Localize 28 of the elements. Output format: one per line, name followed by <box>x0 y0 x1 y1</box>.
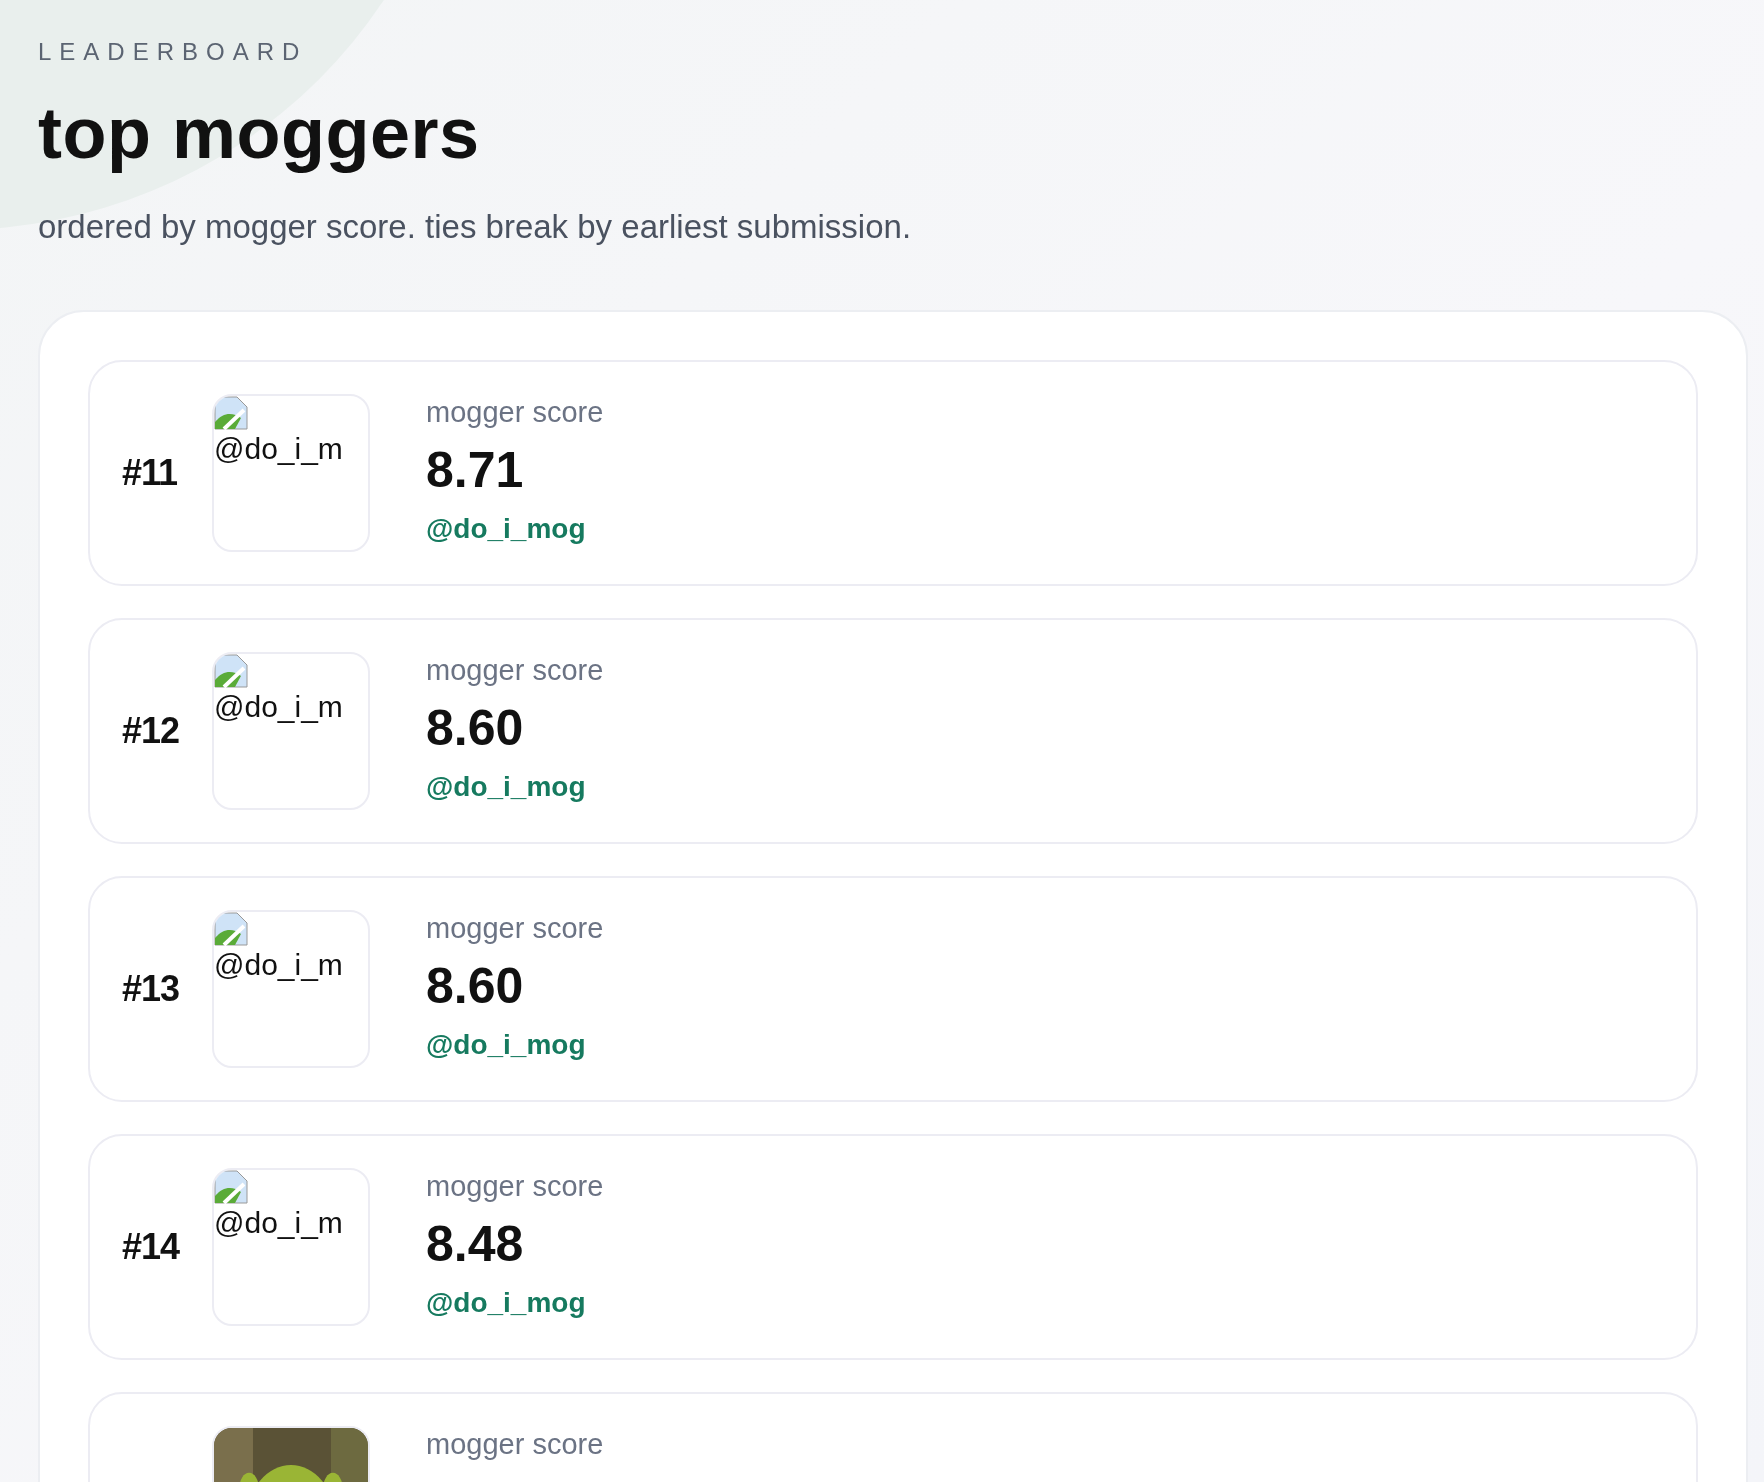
score-value: 8.71 <box>426 441 525 499</box>
broken-image-icon <box>214 396 248 430</box>
broken-image-icon <box>214 1170 248 1204</box>
score-label: mogger score <box>426 912 604 945</box>
score-value: 8.60 <box>426 957 525 1015</box>
avatar-alt-text: @do_i_m <box>214 1206 344 1240</box>
rank: #14 <box>122 1225 181 1269</box>
score-label: mogger score <box>426 654 604 687</box>
rank: #11 <box>122 451 179 495</box>
avatar-alt-text: @do_i_m <box>214 432 344 466</box>
score-value: 8.60 <box>426 699 525 757</box>
avatar-alt-text: @do_i_m <box>214 690 344 724</box>
page-title: top moggers <box>38 92 481 174</box>
avatar-alt-text: @do_i_m <box>214 948 344 982</box>
page-subtitle: ordered by mogger score. ties break by earliest submission. <box>38 208 913 246</box>
user-handle[interactable]: @do_i_mog <box>426 771 604 803</box>
user-handle[interactable]: @do_i_mog <box>426 1287 604 1319</box>
rank: #12 <box>122 709 181 753</box>
user-handle[interactable]: @do_i_mog <box>426 513 604 545</box>
score-label: mogger score <box>426 396 604 429</box>
score-label: mogger score <box>426 1170 604 1203</box>
rank: #13 <box>122 967 181 1011</box>
broken-image-icon <box>214 912 248 946</box>
score-value: 8.48 <box>426 1215 525 1273</box>
user-handle[interactable]: @do_i_mog <box>426 1029 604 1061</box>
broken-image-icon <box>214 654 248 688</box>
section-eyebrow: LEADERBOARD <box>38 38 309 66</box>
score-label: mogger score <box>426 1428 604 1461</box>
